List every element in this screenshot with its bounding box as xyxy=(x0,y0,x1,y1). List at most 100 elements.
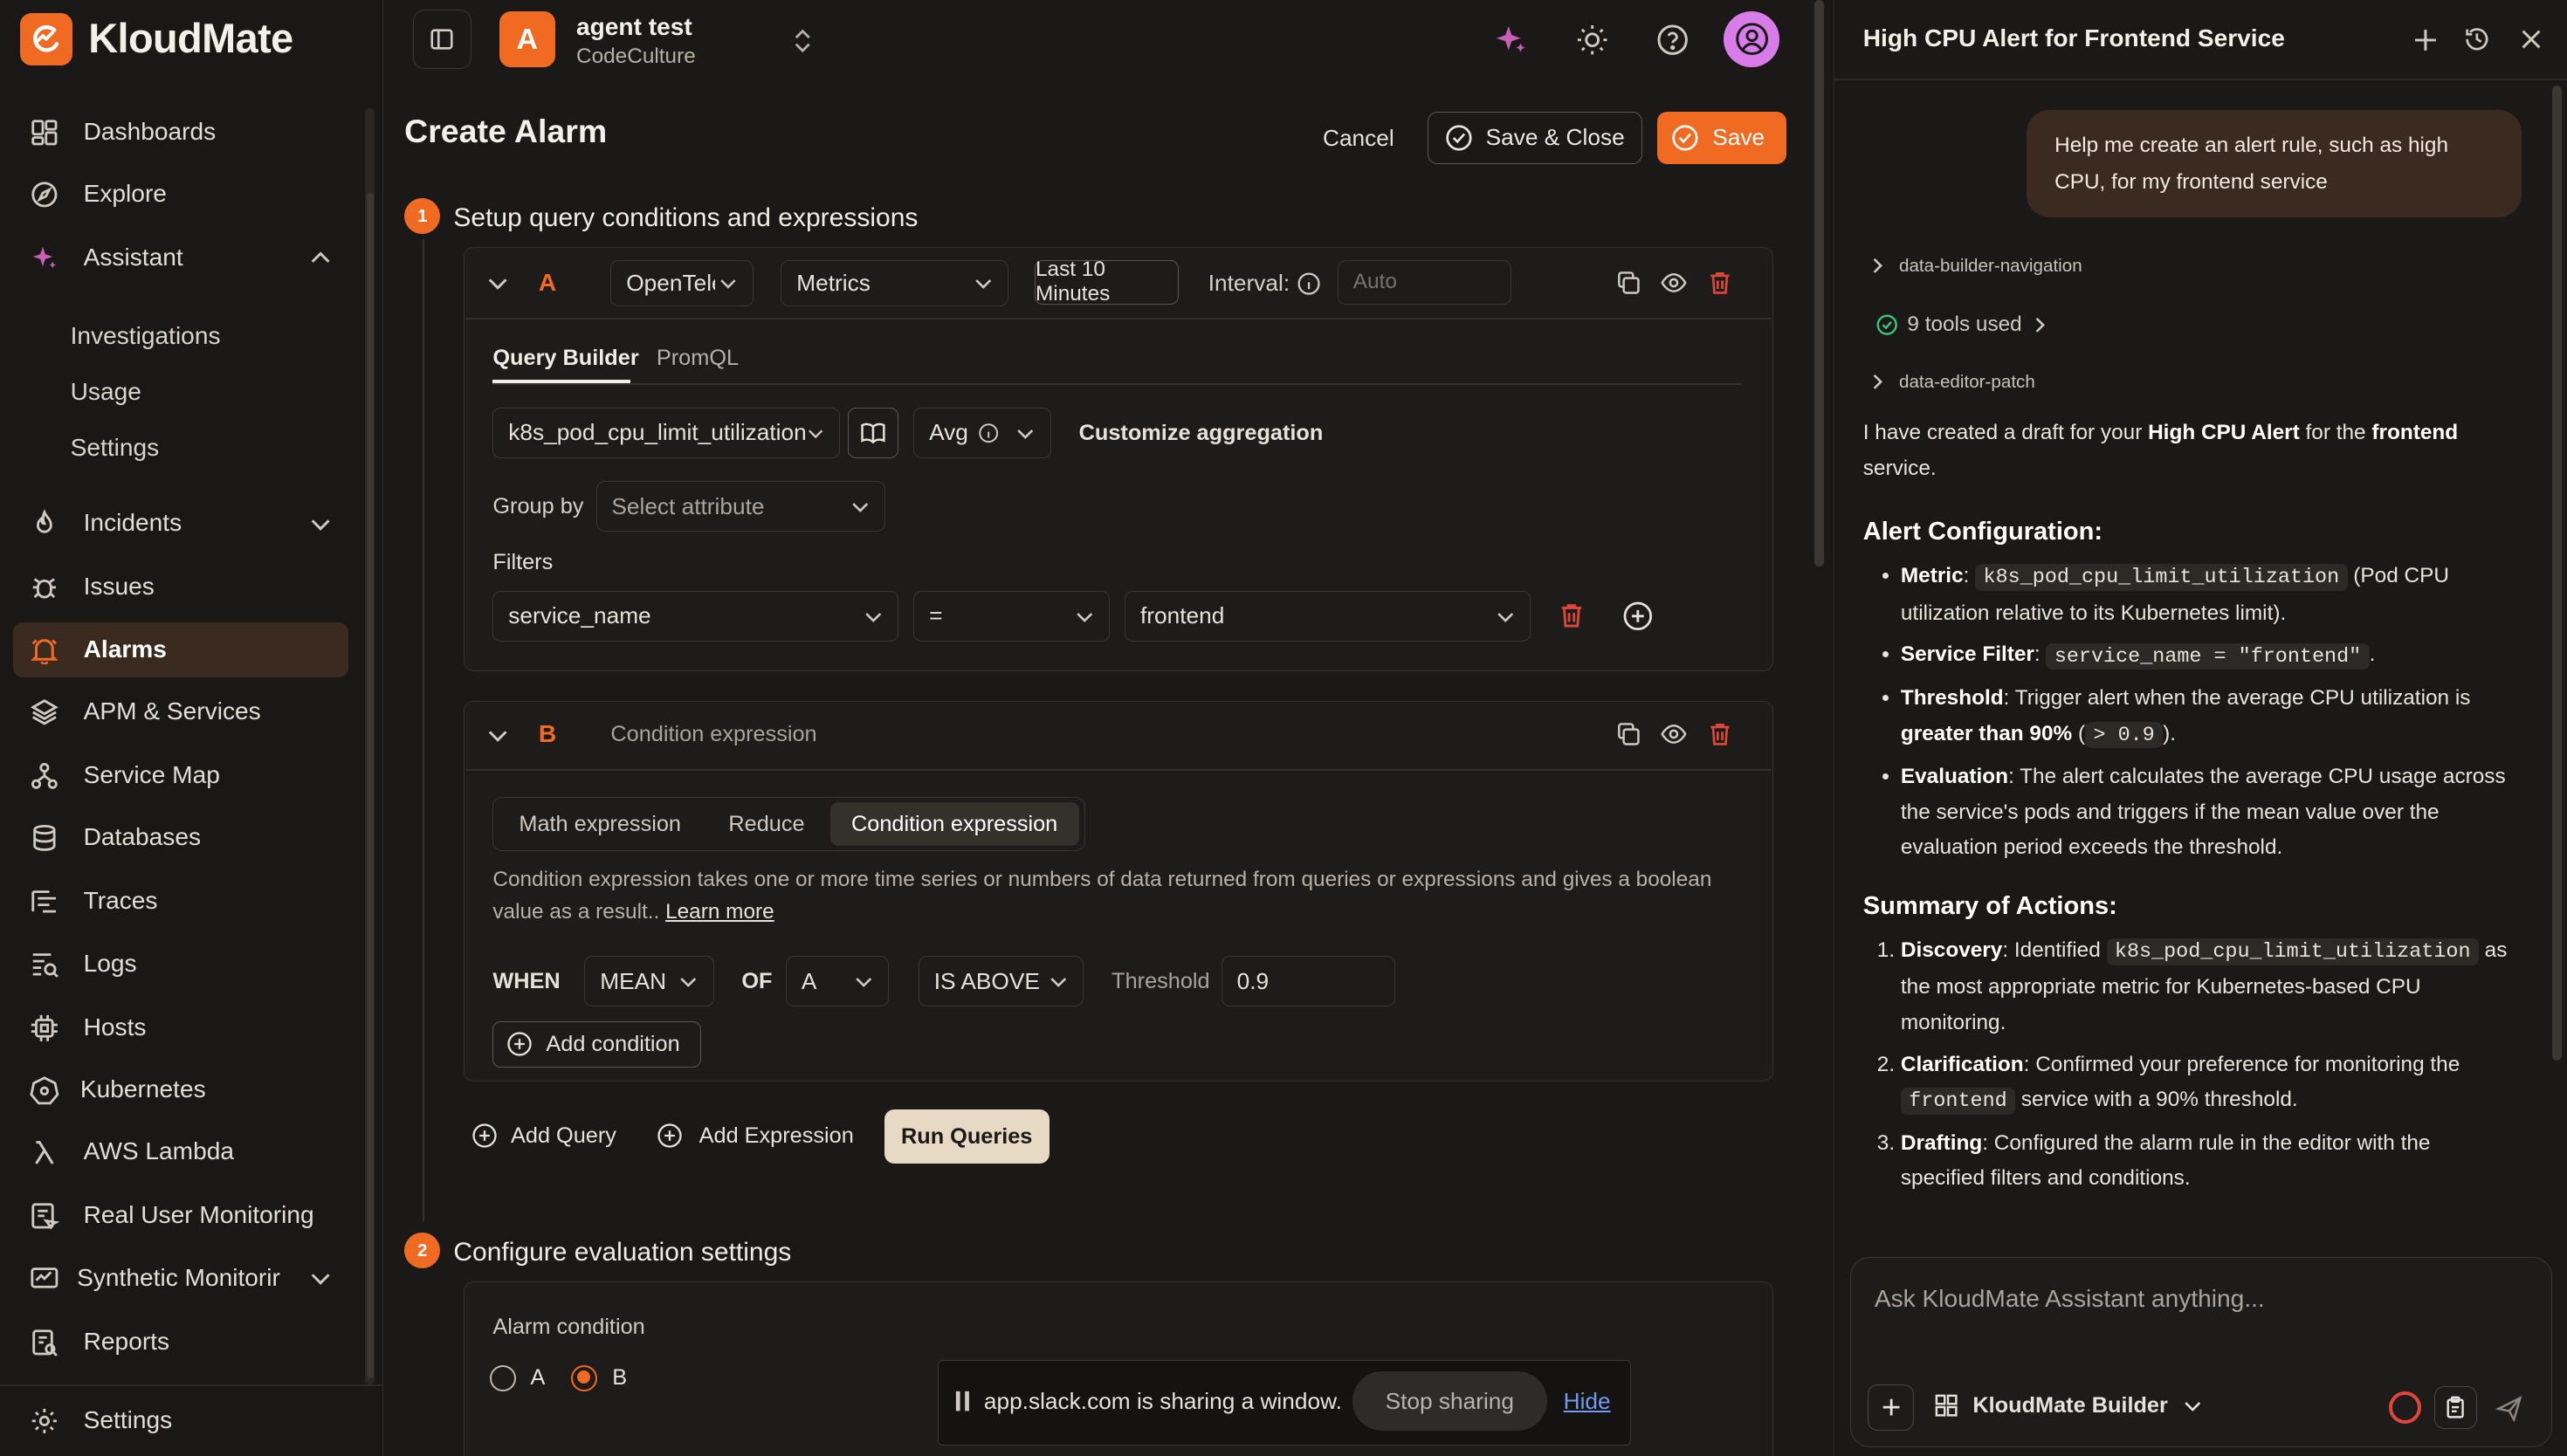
alarm-condition-option-b[interactable]: B xyxy=(571,1364,627,1391)
bold-text: High CPU Alert xyxy=(2148,421,2300,445)
filter-value-select[interactable]: frontend xyxy=(1125,590,1531,642)
tool-call-editor-patch[interactable]: data-editor-patch xyxy=(1869,372,2035,393)
query-type-select[interactable]: Metrics xyxy=(781,260,1008,306)
sidebar-item-label: Logs xyxy=(83,949,137,977)
add-expression-button[interactable]: Add Expression xyxy=(657,1123,854,1149)
collapse-chevron-icon[interactable] xyxy=(486,271,509,294)
sidebar-item-aws-lambda[interactable]: AWS Lambda xyxy=(13,1124,348,1180)
of-label: OF xyxy=(741,969,773,993)
collapse-chevron-icon[interactable] xyxy=(486,724,509,746)
run-queries-button[interactable]: Run Queries xyxy=(884,1109,1050,1164)
sidebar-item-databases[interactable]: Databases xyxy=(13,810,348,866)
sidebar-item-kubernetes[interactable]: Kubernetes xyxy=(13,1062,348,1118)
sidebar-subitem-investigations[interactable]: Investigations xyxy=(71,322,221,350)
query-ref-select[interactable]: A xyxy=(786,956,890,1007)
sidebar-scroll-thumb[interactable] xyxy=(367,193,374,1378)
interval-input[interactable] xyxy=(1337,260,1511,305)
tool-call-navigation[interactable]: data-builder-navigation xyxy=(1869,256,2082,277)
close-icon[interactable] xyxy=(2518,26,2544,52)
sidebar-item-dashboards[interactable]: Dashboards xyxy=(13,105,348,161)
comparator-select[interactable]: IS ABOVE xyxy=(918,956,1084,1007)
filter-operator-select[interactable]: = xyxy=(913,590,1111,642)
sidebar-item-synthetic[interactable]: Synthetic Monitorir xyxy=(13,1251,348,1307)
sidebar-item-reports[interactable]: Reports xyxy=(13,1315,348,1370)
org-switcher-icon[interactable] xyxy=(793,26,813,56)
sidebar-subitem-usage[interactable]: Usage xyxy=(71,378,141,406)
config-heading: Alert Configuration: xyxy=(1862,517,2103,546)
learn-more-link[interactable]: Learn more xyxy=(665,900,774,924)
tab-promql[interactable]: PromQL xyxy=(657,346,739,371)
chat-input[interactable]: Ask KloudMate Assistant anything... xyxy=(1875,1285,2265,1313)
add-filter-icon[interactable] xyxy=(1622,601,1654,632)
filter-key-select[interactable]: service_name xyxy=(492,590,899,642)
info-icon xyxy=(1297,272,1320,295)
chevron-down-icon xyxy=(680,977,697,987)
tab-query-builder[interactable]: Query Builder xyxy=(492,346,638,371)
alarm-condition-option-a[interactable]: A xyxy=(489,1364,545,1391)
delete-filter-icon[interactable] xyxy=(1557,601,1586,630)
duplicate-icon[interactable] xyxy=(1614,269,1642,297)
reducer-select[interactable]: MEAN xyxy=(584,956,714,1007)
toggle-sidebar-button[interactable] xyxy=(412,10,471,69)
datasource-select[interactable]: OpenTele xyxy=(610,260,754,306)
group-by-select[interactable]: Select attribute xyxy=(595,481,886,532)
sidebar-item-incidents[interactable]: Incidents xyxy=(13,496,348,552)
main-scroll-thumb[interactable] xyxy=(1813,0,1824,567)
save-button[interactable]: Save xyxy=(1656,111,1786,164)
add-condition-button[interactable]: Add condition xyxy=(492,1021,701,1068)
sidebar-item-rum[interactable]: Real User Monitoring xyxy=(13,1188,348,1244)
add-query-button[interactable]: Add Query xyxy=(471,1123,616,1149)
radio-b[interactable] xyxy=(571,1364,598,1391)
threshold-input[interactable]: 0.9 xyxy=(1221,956,1395,1007)
customize-aggregation-link[interactable]: Customize aggregation xyxy=(1079,421,1324,446)
chat-scroll-thumb[interactable] xyxy=(2552,85,2563,1061)
sidebar-item-hosts[interactable]: Hosts xyxy=(13,1000,348,1056)
cancel-button[interactable]: Cancel xyxy=(1323,125,1394,152)
mode-select[interactable]: KloudMate Builder xyxy=(1935,1393,2202,1418)
sidebar-item-alarms[interactable]: Alarms xyxy=(13,622,349,678)
sidebar-item-assistant[interactable]: Assistant xyxy=(13,230,348,286)
aggregation-select[interactable]: Avg xyxy=(913,407,1051,458)
list-item: Evaluation: The alert calculates the ave… xyxy=(1901,759,2510,865)
send-icon[interactable] xyxy=(2495,1395,2523,1423)
clipboard-button[interactable] xyxy=(2434,1386,2477,1429)
radio-a[interactable] xyxy=(489,1364,516,1391)
theme-toggle-icon[interactable] xyxy=(1575,23,1609,57)
sidebar-item-settings[interactable]: Settings xyxy=(13,1393,348,1449)
info-icon xyxy=(979,423,999,443)
help-icon[interactable] xyxy=(1655,23,1690,57)
sidebar-item-explore[interactable]: Explore xyxy=(13,167,348,223)
ai-sparkle-icon[interactable] xyxy=(1495,23,1529,57)
sidebar-subitem-settings[interactable]: Settings xyxy=(71,434,160,462)
user-avatar[interactable] xyxy=(1724,11,1780,67)
attach-button[interactable] xyxy=(1868,1384,1914,1431)
code-text: service_name = "frontend" xyxy=(2046,642,2370,670)
stop-sharing-button[interactable]: Stop sharing xyxy=(1352,1371,1547,1431)
sidebar-item-issues[interactable]: Issues xyxy=(13,560,348,615)
lambda-icon xyxy=(34,1141,54,1164)
tab-condition-expression[interactable]: Condition expression xyxy=(829,801,1079,847)
metric-browser-button[interactable] xyxy=(848,407,899,458)
bold-text: Metric xyxy=(1900,564,1964,588)
delete-icon[interactable] xyxy=(1706,720,1734,748)
eye-icon[interactable] xyxy=(1660,269,1688,297)
duplicate-icon[interactable] xyxy=(1614,720,1642,748)
threshold-label: Threshold xyxy=(1111,969,1210,993)
history-icon[interactable] xyxy=(2462,24,2492,54)
time-range-button[interactable]: Last 10 Minutes xyxy=(1035,258,1179,306)
eye-icon[interactable] xyxy=(1660,720,1688,748)
metric-select[interactable]: k8s_pod_cpu_limit_utilization xyxy=(492,407,840,458)
new-chat-icon[interactable] xyxy=(2412,26,2440,54)
tab-math-expression[interactable]: Math expression xyxy=(519,812,681,837)
sidebar-item-logs[interactable]: Logs xyxy=(13,937,348,992)
sidebar-item-traces[interactable]: Traces xyxy=(13,874,348,930)
tools-used-toggle[interactable]: 9 tools used xyxy=(1876,312,2048,337)
sidebar-item-apm-services[interactable]: APM & Services xyxy=(13,684,348,740)
hide-link[interactable]: Hide xyxy=(1564,1388,1611,1415)
panel-divider xyxy=(1834,79,2567,80)
save-close-button[interactable]: Save & Close xyxy=(1428,111,1642,164)
sidebar-item-service-map[interactable]: Service Map xyxy=(13,748,348,804)
tab-reduce[interactable]: Reduce xyxy=(728,812,804,837)
delete-icon[interactable] xyxy=(1706,269,1734,297)
expression-description: Condition expression takes one or more t… xyxy=(492,864,1737,928)
